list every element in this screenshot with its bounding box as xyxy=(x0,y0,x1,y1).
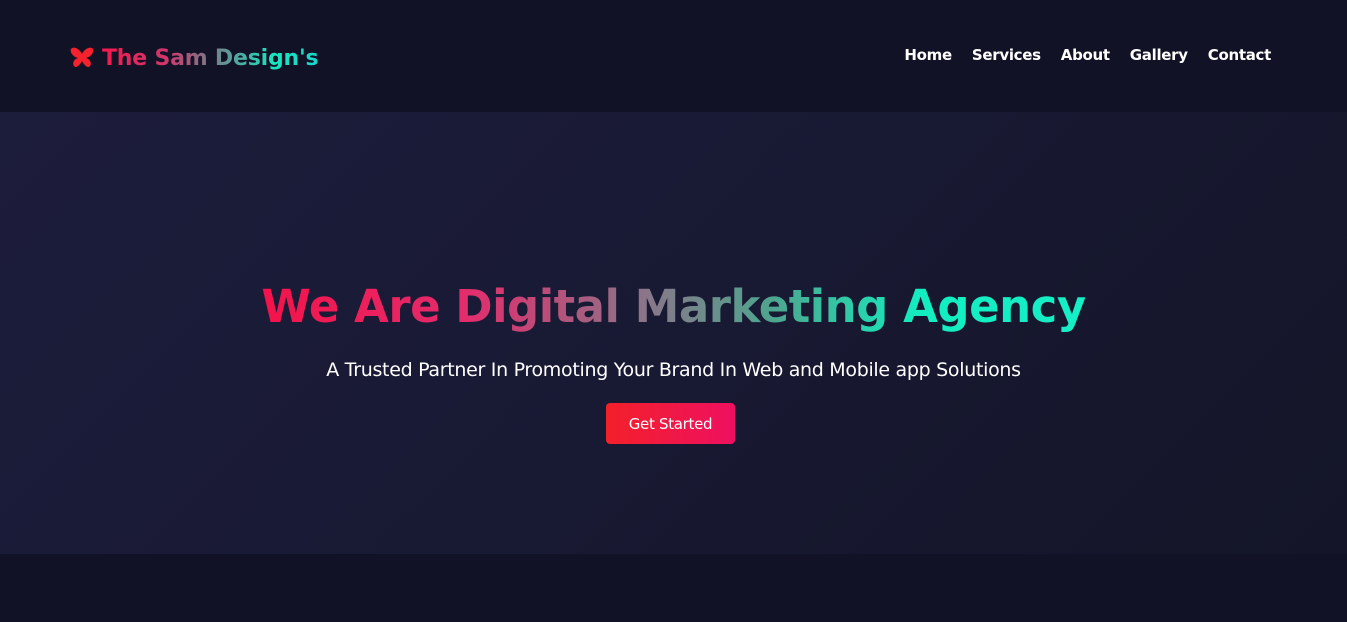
logo[interactable]: The Sam Design's xyxy=(70,42,319,74)
main-nav: Home Services About Gallery Contact xyxy=(904,46,1271,64)
hero-title-wrapper: We Are Digital Marketing Agency xyxy=(0,280,1347,333)
hero-section: We Are Digital Marketing Agency A Truste… xyxy=(0,112,1347,554)
nav-link-home[interactable]: Home xyxy=(904,46,952,64)
hero-subtitle: A Trusted Partner In Promoting Your Bran… xyxy=(326,359,1021,381)
nav-link-contact[interactable]: Contact xyxy=(1208,46,1272,64)
butterfly-icon xyxy=(70,47,94,69)
nav-link-services[interactable]: Services xyxy=(972,46,1041,64)
nav-link-gallery[interactable]: Gallery xyxy=(1130,46,1188,64)
hero-title: We Are Digital Marketing Agency xyxy=(261,280,1086,333)
get-started-button[interactable]: Get Started xyxy=(606,403,735,444)
logo-text: The Sam Design's xyxy=(102,45,319,71)
next-section xyxy=(0,554,1347,622)
nav-link-about[interactable]: About xyxy=(1061,46,1110,64)
navbar: The Sam Design's Home Services About Gal… xyxy=(0,0,1347,112)
